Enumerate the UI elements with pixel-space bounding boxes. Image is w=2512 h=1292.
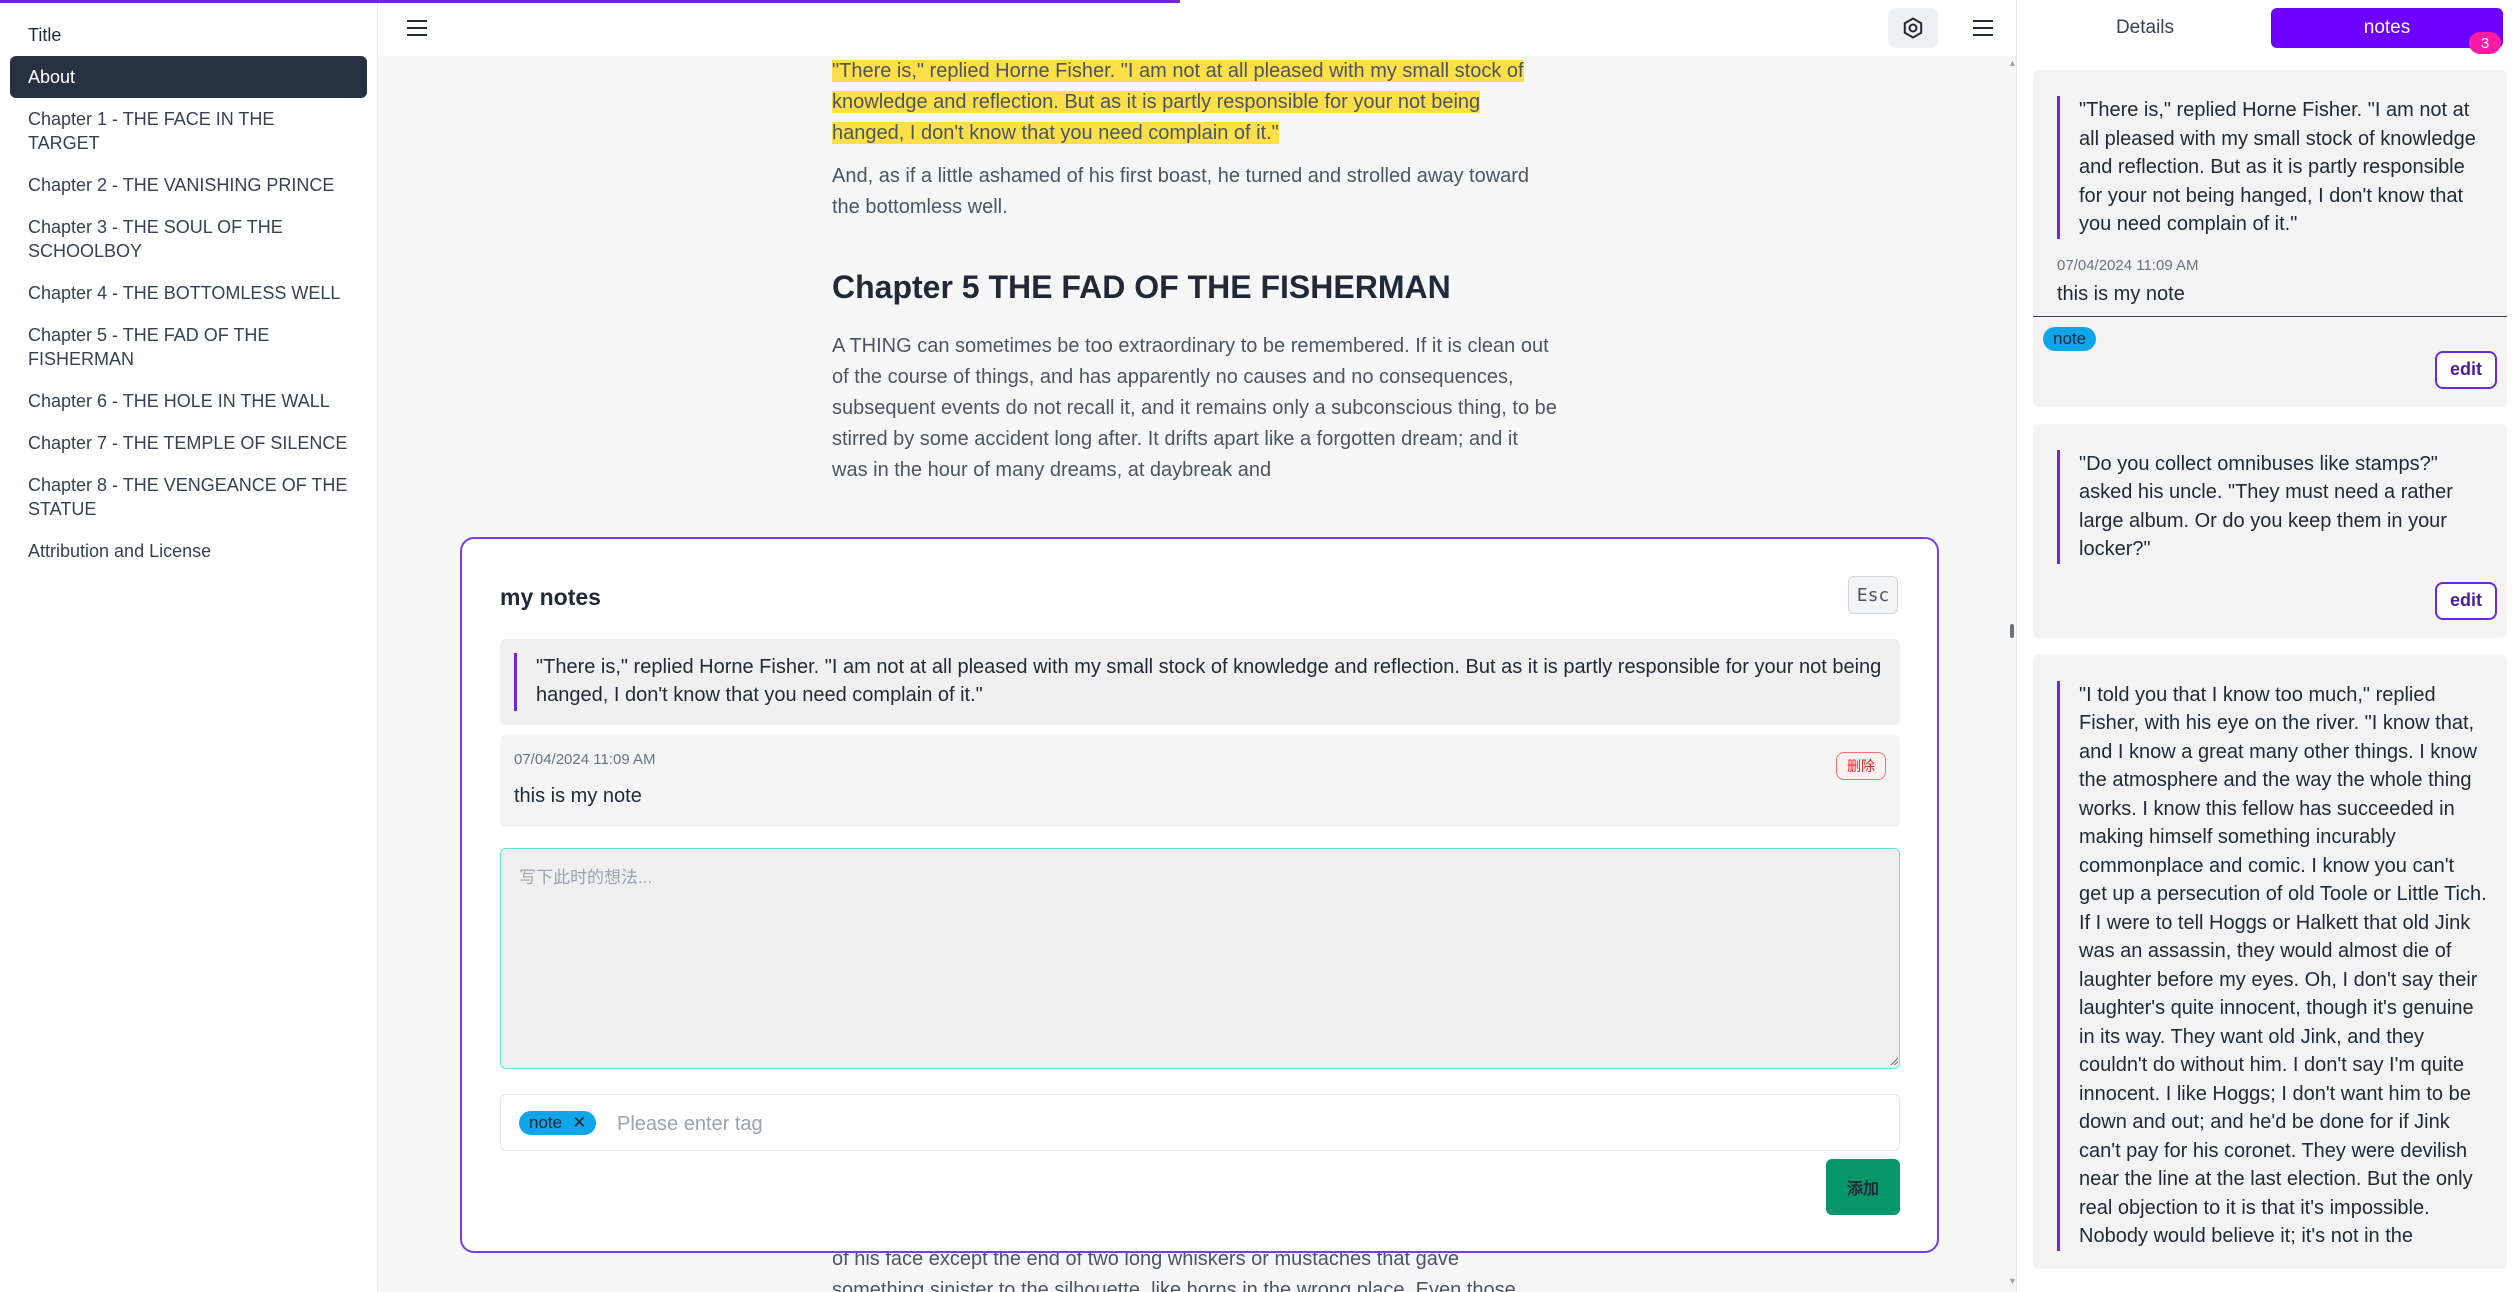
scroll-down-arrow-icon[interactable]: ▼ xyxy=(2008,1276,2016,1286)
note-card: "There is," replied Horne Fisher. "I am … xyxy=(2033,70,2507,407)
settings-icon xyxy=(1903,17,1923,39)
note-quote[interactable]: "There is," replied Horne Fisher. "I am … xyxy=(2033,70,2507,257)
book-line: something sinister to the silhouette, li… xyxy=(832,1279,1516,1292)
note-text: this is my note xyxy=(514,785,642,807)
settings-button[interactable] xyxy=(1888,8,1938,48)
side-panel: Details notes 3 "There is," replied Horn… xyxy=(2016,0,2512,1292)
book-paragraph: And, as if a little ashamed of his first… xyxy=(832,165,1530,218)
note-footer: edit xyxy=(2033,350,2507,407)
tag-chip-label: note xyxy=(529,1113,563,1132)
tag-chip: note ✕ xyxy=(519,1111,597,1135)
toc-item-chapter-4[interactable]: Chapter 4 - THE BOTTOMLESS WELL xyxy=(10,272,367,314)
notes-list: "There is," replied Horne Fisher. "I am … xyxy=(2033,70,2507,1286)
note-quote-text: "I told you that I know too much," repli… xyxy=(2079,683,2487,1248)
toc-item-chapter-2[interactable]: Chapter 2 - THE VANISHING PRINCE xyxy=(10,164,367,206)
note-quote[interactable]: "Do you collect omnibuses like stamps?" … xyxy=(2033,424,2507,582)
close-modal-button[interactable]: Esc xyxy=(1848,576,1898,614)
book-content: "There is," replied Horne Fisher. "I am … xyxy=(832,56,1557,498)
resize-handle-icon[interactable] xyxy=(1890,1057,1898,1065)
table-of-contents: Title About Chapter 1 - THE FACE IN THE … xyxy=(0,0,378,1292)
text-highlight[interactable]: "There is," replied Horne Fisher. "I am … xyxy=(832,60,1524,144)
quote-bar xyxy=(2057,449,2060,564)
tab-details[interactable]: Details xyxy=(2017,8,2273,48)
note-card: "Do you collect omnibuses like stamps?" … xyxy=(2033,423,2507,638)
toc-item-chapter-6[interactable]: Chapter 6 - THE HOLE IN THE WALL xyxy=(10,380,367,422)
reading-progress-bar xyxy=(0,0,1180,3)
note-tag: note xyxy=(2043,326,2097,351)
chapter-heading: Chapter 5 THE FAD OF THE FISHERMAN xyxy=(832,269,1451,305)
quoted-passage: "There is," replied Horne Fisher. "I am … xyxy=(500,639,1900,725)
edit-note-button[interactable]: edit xyxy=(2435,581,2497,620)
hamburger-icon xyxy=(1973,20,1993,36)
toc-item-chapter-1[interactable]: Chapter 1 - THE FACE IN THE TARGET xyxy=(10,98,367,164)
delete-note-button[interactable]: 删除 xyxy=(1836,752,1886,780)
note-quote-text: "There is," replied Horne Fisher. "I am … xyxy=(2079,99,2476,235)
tag-field: note ✕ xyxy=(500,1094,1900,1151)
note-timestamp: 07/04/2024 11:09 AM xyxy=(514,751,656,768)
toc-item-about[interactable]: About xyxy=(10,56,367,98)
quote-bar xyxy=(2057,96,2060,239)
tag-remove-icon[interactable]: ✕ xyxy=(572,1113,586,1133)
scroll-up-arrow-icon[interactable]: ▲ xyxy=(2008,58,2016,68)
toc-item-chapter-7[interactable]: Chapter 7 - THE TEMPLE OF SILENCE xyxy=(10,422,367,464)
note-timestamp: 07/04/2024 11:09 AM xyxy=(2057,256,2199,274)
note-textarea[interactable] xyxy=(500,848,1900,1069)
side-panel-tabs: Details notes 3 xyxy=(2017,0,2512,56)
reader-toolbar xyxy=(378,0,2016,56)
quote-bar xyxy=(514,653,517,711)
book-paragraph: A THING can sometimes be too extraordina… xyxy=(832,335,1557,481)
notes-count-badge: 3 xyxy=(2469,32,2501,54)
note-card: "I told you that I know too much," repli… xyxy=(2033,654,2507,1269)
toc-item-title[interactable]: Title xyxy=(10,14,367,56)
tag-input[interactable] xyxy=(617,1109,1417,1139)
note-footer: edit xyxy=(2033,581,2507,638)
menu-toggle-button[interactable] xyxy=(402,14,432,42)
hamburger-icon xyxy=(407,20,427,36)
scrollbar-thumb[interactable] xyxy=(2010,624,2014,638)
note-quote[interactable]: "I told you that I know too much," repli… xyxy=(2033,655,2507,1269)
toc-item-chapter-5[interactable]: Chapter 5 - THE FAD OF THE FISHERMAN xyxy=(10,314,367,380)
modal-title: my notes xyxy=(500,584,601,610)
reader-app: Title About Chapter 1 - THE FACE IN THE … xyxy=(0,0,2512,1292)
edit-note-button[interactable]: edit xyxy=(2435,350,2497,389)
highlighted-paragraph[interactable]: "There is," replied Horne Fisher. "I am … xyxy=(832,56,1557,149)
toc-item-attribution[interactable]: Attribution and License xyxy=(10,530,367,572)
add-note-button[interactable]: 添加 xyxy=(1826,1159,1900,1215)
quote-text: "There is," replied Horne Fisher. "I am … xyxy=(536,656,1882,706)
quote-bar xyxy=(2057,680,2060,1251)
notes-modal: my notes Esc "There is," replied Horne F… xyxy=(460,537,1939,1253)
note-text: this is my note xyxy=(2033,277,2507,317)
note-quote-text: "Do you collect omnibuses like stamps?" … xyxy=(2079,452,2453,561)
toc-item-chapter-8[interactable]: Chapter 8 - THE VENGEANCE OF THE STATUE xyxy=(10,464,367,530)
toc-item-chapter-3[interactable]: Chapter 3 - THE SOUL OF THE SCHOOLBOY xyxy=(10,206,367,272)
side-panel-toggle-button[interactable] xyxy=(1968,14,1998,42)
existing-note: 07/04/2024 11:09 AM this is my note 删除 xyxy=(500,735,1900,827)
